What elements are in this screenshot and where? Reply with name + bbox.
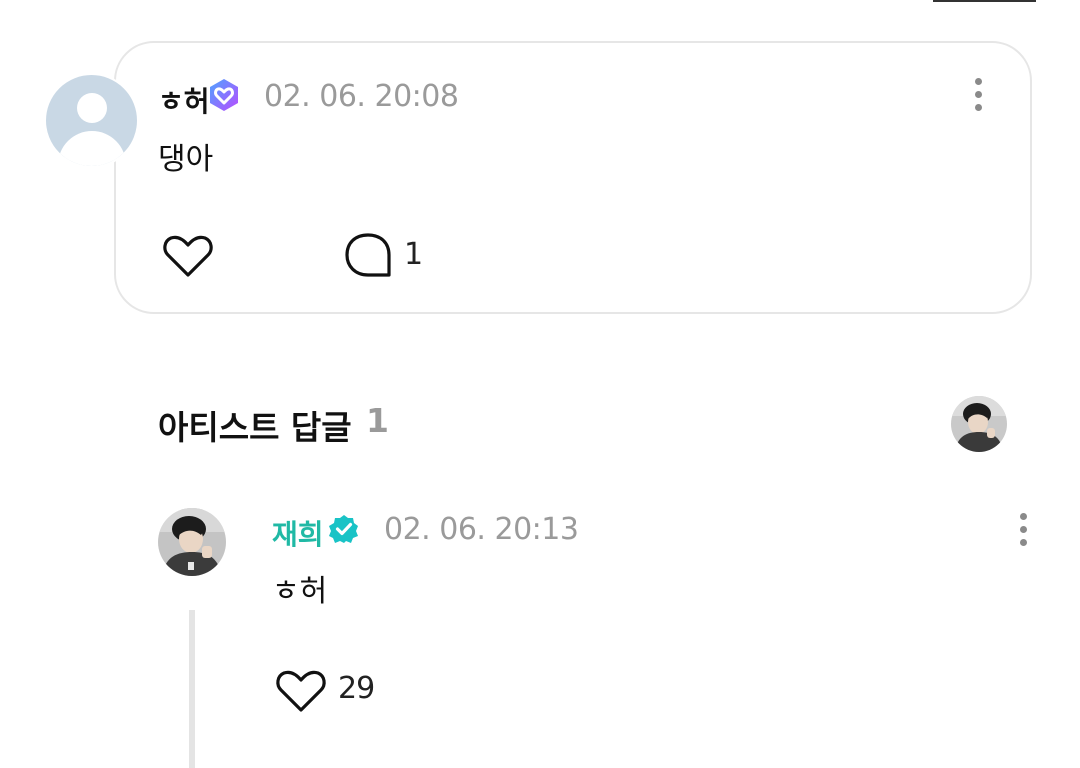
reply-like-heart-icon[interactable] bbox=[273, 663, 329, 719]
comment-card bbox=[114, 41, 1032, 314]
comment-reply-bubble-icon[interactable] bbox=[343, 230, 393, 280]
artist-replies-heading: 아티스트 답글 bbox=[158, 408, 352, 447]
commenter-avatar[interactable] bbox=[44, 73, 139, 168]
comment-text: 댕아 bbox=[158, 142, 214, 177]
reply-timestamp: 02. 06. 20:13 bbox=[384, 512, 579, 547]
avatar-body-shape bbox=[58, 131, 126, 166]
comment-thread-screen: ㅎ허 02. 06. 20:08 댕아 1 아티스트 답글 1 재희 02. 0… bbox=[0, 0, 1080, 768]
avatar-head-shape bbox=[77, 93, 107, 123]
reply-thread-line bbox=[189, 610, 195, 768]
comment-more-options-button[interactable] bbox=[972, 78, 984, 118]
comment-like-heart-icon[interactable] bbox=[160, 228, 216, 284]
reply-text: ㅎ허 bbox=[272, 574, 328, 609]
reply-more-options-button[interactable] bbox=[1017, 513, 1029, 553]
verified-check-badge-icon bbox=[329, 515, 358, 543]
commenter-name[interactable]: ㅎ허 bbox=[158, 80, 210, 120]
artist-replies-count: 1 bbox=[366, 401, 389, 440]
comment-reply-count: 1 bbox=[404, 237, 424, 272]
reply-author-name[interactable]: 재희 bbox=[272, 513, 324, 553]
artist-avatar-small[interactable] bbox=[951, 396, 1007, 452]
verified-heart-badge-icon bbox=[210, 79, 238, 111]
comment-timestamp: 02. 06. 20:08 bbox=[264, 79, 459, 114]
reply-author-avatar[interactable] bbox=[158, 508, 226, 576]
reply-like-count: 29 bbox=[338, 671, 375, 706]
top-divider bbox=[933, 0, 1036, 2]
